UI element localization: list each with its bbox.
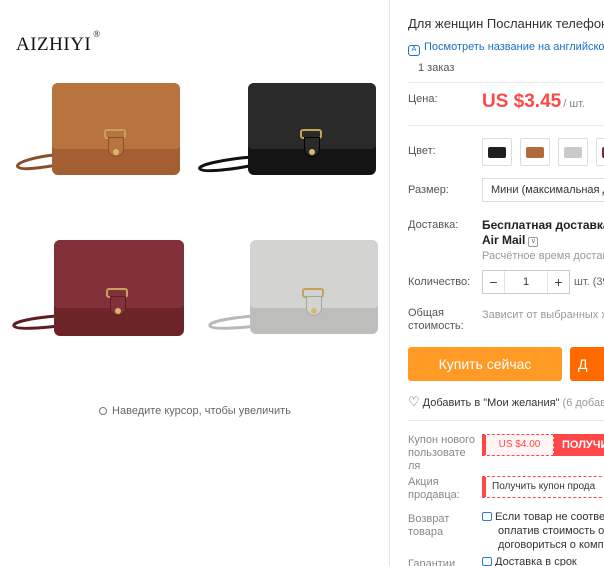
- product-info-panel: Для женщин Посланник телефон A Посмотреть…: [408, 0, 604, 566]
- shipping-label: Доставка:: [408, 219, 459, 231]
- guarantee-label: Гарантии: [408, 558, 456, 566]
- size-label: Размер:: [408, 184, 449, 196]
- return-icon: [482, 512, 492, 521]
- quantity-stepper[interactable]: − 1 +: [482, 270, 570, 294]
- get-seller-coupon-button[interactable]: Получить купон прода: [482, 476, 604, 498]
- coupon-amount: US $4.00: [482, 434, 554, 456]
- shipping-carrier[interactable]: Air Mail v: [482, 233, 539, 248]
- wishlist-text: Добавить в "Мои желания": [422, 397, 560, 409]
- quantity-decrease-button[interactable]: −: [483, 271, 505, 293]
- brand-name: AIZHIYI: [16, 34, 92, 55]
- shield-icon: [482, 557, 492, 566]
- return-label: Возврат товара: [408, 513, 450, 538]
- chevron-down-icon[interactable]: v: [528, 237, 539, 247]
- new-user-coupon-label: Купон нового пользовате ля: [408, 434, 476, 472]
- bag-image-burgundy[interactable]: [12, 238, 186, 348]
- quantity-input[interactable]: 1: [505, 271, 547, 293]
- heart-icon: ♡: [408, 394, 420, 409]
- bag-image-gray[interactable]: [208, 238, 382, 348]
- product-title: Для женщин Посланник телефон: [408, 16, 604, 31]
- product-gallery[interactable]: AIZHIYI® Наведите курсор, чтобы увеличит…: [0, 0, 390, 566]
- translate-link-text[interactable]: Посмотреть название на английском: [424, 41, 604, 53]
- color-label: Цвет:: [408, 145, 436, 157]
- price-value: US $3.45: [482, 91, 562, 112]
- bag-image-black[interactable]: [196, 75, 380, 185]
- brand-logo: AIZHIYI®: [16, 29, 101, 56]
- zoom-hint-text: Наведите курсор, чтобы увеличить: [112, 405, 291, 417]
- translate-link[interactable]: A Посмотреть название на английском: [408, 41, 604, 56]
- seller-promo-label: Акция продавца:: [408, 476, 460, 501]
- total-label: Общая стоимость:: [408, 307, 464, 332]
- price-unit: / шт.: [563, 98, 586, 110]
- add-to-cart-button[interactable]: Д: [570, 347, 604, 381]
- delivery-estimate: Расчётное время достав: [482, 250, 604, 262]
- total-value: Зависит от выбранных ха: [482, 309, 604, 321]
- zoom-hint: Наведите курсор, чтобы увеличить: [0, 405, 390, 417]
- color-swatch-gray[interactable]: [558, 138, 588, 166]
- buy-now-button[interactable]: Купить сейчас: [408, 347, 562, 381]
- divider: [408, 420, 604, 421]
- color-swatch-burgundy[interactable]: [596, 138, 604, 166]
- divider: [408, 125, 604, 126]
- price: US $3.45/ шт.: [482, 91, 585, 113]
- size-select[interactable]: Мини (максимальная д: [482, 178, 604, 202]
- color-swatch-brown[interactable]: [520, 138, 550, 166]
- quantity-increase-button[interactable]: +: [547, 271, 569, 293]
- quantity-label: Количество:: [408, 276, 471, 288]
- new-user-coupon[interactable]: US $4.00 ПОЛУЧИ: [482, 434, 604, 456]
- guarantee: Доставка в срок: [482, 556, 577, 566]
- shipping-method: Бесплатная доставка в: [482, 218, 604, 232]
- orders-count: 1 заказ: [418, 62, 455, 74]
- wishlist-count: (6 добав: [562, 397, 604, 409]
- shipping-carrier-text: Air Mail: [482, 233, 526, 247]
- translate-icon: A: [408, 45, 420, 56]
- brand-mark: ®: [93, 28, 101, 39]
- bag-image-brown[interactable]: [14, 75, 184, 185]
- product-page: AIZHIYI® Наведите курсор, чтобы увеличит…: [0, 0, 604, 566]
- price-label: Цена:: [408, 93, 438, 105]
- magnifier-icon: [99, 407, 108, 415]
- return-policy: Если товар не соответ оплатив стоимость …: [482, 510, 604, 552]
- get-coupon-button[interactable]: ПОЛУЧИ: [554, 434, 604, 456]
- add-to-wishlist[interactable]: ♡ Добавить в "Мои желания" (6 добав: [408, 394, 604, 410]
- color-swatch-black[interactable]: [482, 138, 512, 166]
- quantity-available: шт. (39: [574, 276, 604, 288]
- divider: [408, 82, 604, 83]
